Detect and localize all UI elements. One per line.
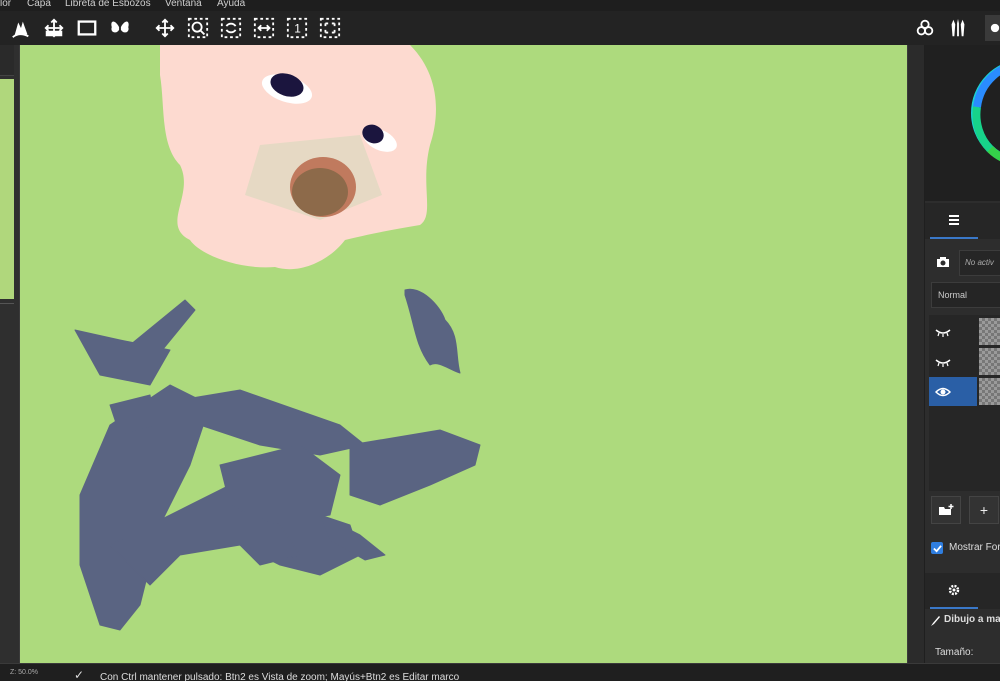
show-label: Mostrar For: [949, 542, 1000, 553]
add-folder-button[interactable]: [931, 496, 961, 524]
toolbar: 1: [0, 11, 1000, 45]
layer-item[interactable]: [929, 347, 1000, 376]
fit-screen-icon[interactable]: [317, 15, 343, 41]
color-wheel-panel: [925, 45, 1000, 201]
zoom-icon[interactable]: [185, 15, 211, 41]
checkmark-icon: ✓: [74, 668, 85, 681]
mouth-inner: [292, 168, 348, 216]
size-label: Tamaño:: [935, 647, 974, 658]
rotate-view-icon[interactable]: [218, 15, 244, 41]
right-panel: No activ Normal + Mostrar For Dibujo a m…: [924, 45, 1000, 663]
layers-tab-row: [925, 203, 1000, 239]
menu-item-color[interactable]: lor: [0, 0, 11, 11]
blend-mode-select[interactable]: Normal: [931, 282, 1000, 308]
canvas-artwork: [74, 45, 481, 631]
hand-draw-icon[interactable]: [8, 15, 34, 41]
folder-plus-icon: [939, 504, 954, 515]
vertical-scrollbar[interactable]: [907, 45, 925, 663]
layer-camera-row: No activ: [925, 247, 1000, 277]
camera-icon[interactable]: [931, 250, 955, 274]
check-icon: [932, 544, 942, 553]
show-checkbox[interactable]: [931, 542, 943, 554]
brushes-icon[interactable]: [945, 15, 971, 41]
zoom-readout: Z: 50.0%: [10, 669, 39, 676]
eye-closed-icon[interactable]: [929, 317, 977, 346]
move-view-icon[interactable]: [152, 15, 178, 41]
gear-icon: [948, 584, 960, 596]
brush-tab-row: [925, 573, 1000, 609]
butterfly-icon[interactable]: [107, 15, 133, 41]
layers-icon: [949, 215, 959, 225]
layer-thumbnail: [979, 378, 1000, 405]
left-panel-preview: [0, 79, 14, 299]
frame-icon[interactable]: [74, 15, 100, 41]
left-panel: [0, 45, 19, 663]
menu-item-sketchbook[interactable]: Libreta de Esbozos: [65, 0, 151, 11]
layer-item[interactable]: [929, 317, 1000, 346]
actual-size-icon[interactable]: 1: [284, 15, 310, 41]
eye-closed-icon[interactable]: [929, 347, 977, 376]
eye-open-icon[interactable]: [929, 377, 977, 406]
layer-item-selected[interactable]: [929, 377, 1000, 406]
layer-thumbnail: [979, 348, 1000, 375]
left-panel-header: [0, 45, 14, 76]
menu-item-help[interactable]: Ayuda: [217, 0, 245, 11]
status-bar: Z: 50.0% ✓ Con Ctrl mantener pulsado: Bt…: [0, 663, 1000, 681]
brush-icon: [931, 616, 940, 626]
layer-thumbnail: [979, 318, 1000, 345]
menu-item-layer[interactable]: Capa: [27, 0, 51, 11]
settings-button[interactable]: [985, 15, 1000, 41]
tab-brush-settings[interactable]: [930, 573, 978, 609]
menu-bar: lor Capa Libreta de Esbozos Ventana Ayud…: [0, 0, 1000, 11]
divider: [0, 303, 14, 304]
fit-width-icon[interactable]: [251, 15, 277, 41]
tab-layers[interactable]: [930, 203, 978, 239]
actual-size-label: 1: [294, 22, 301, 36]
color-wheel[interactable]: [925, 45, 1000, 201]
color-circles-icon[interactable]: [912, 15, 938, 41]
transform-icon[interactable]: [41, 15, 67, 41]
no-active-field[interactable]: No activ: [959, 250, 1000, 276]
menu-item-window[interactable]: Ventana: [165, 0, 202, 11]
blue-scribble: [74, 288, 481, 631]
drawing-canvas[interactable]: [19, 45, 908, 663]
brush-title: Dibujo a ma: [944, 614, 1000, 625]
add-layer-button[interactable]: +: [969, 496, 999, 524]
